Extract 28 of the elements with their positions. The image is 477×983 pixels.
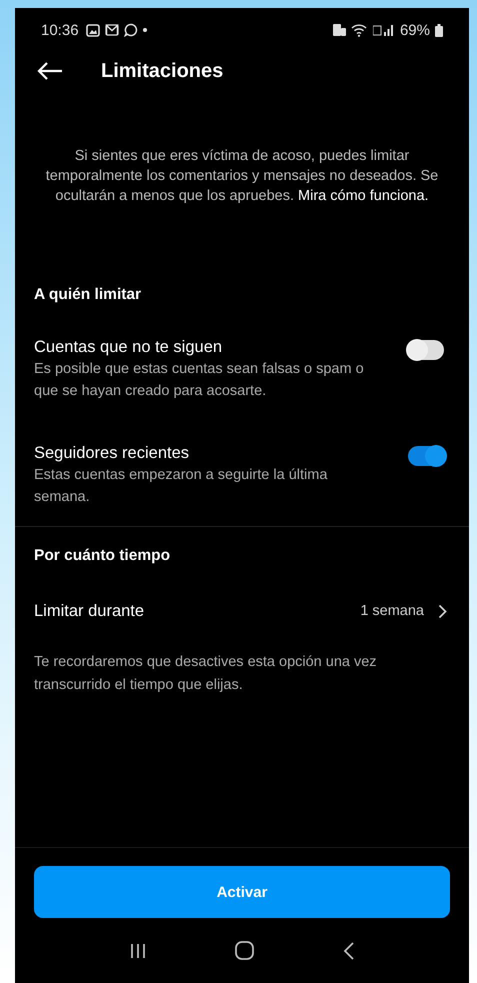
option-title: Seguidores recientes: [34, 443, 190, 464]
chevron-icon: [438, 604, 447, 618]
notification-icon: [332, 24, 346, 36]
option-description: Es posible que estas cuentas sean falsas o spam o que se hayan creado para acosarte.: [34, 360, 365, 401]
page-title: Limitaciones: [101, 60, 224, 82]
battery-percentage: 69%: [400, 22, 430, 38]
recent-apps-icon[interactable]: [130, 942, 146, 958]
reminder-note: Te recordaremos que desactives esta opción una vez transcurrido el tiempo que elijas.: [34, 653, 378, 695]
option-description: Estas cuentas empezaron a seguirte la última semana.: [34, 466, 328, 507]
dot-icon: [142, 28, 147, 32]
back-icon[interactable]: [343, 942, 354, 960]
signal-icon: [372, 24, 395, 36]
section-title: Por cuánto tiempo: [33, 547, 172, 565]
status-time: 10:36: [41, 22, 79, 38]
chat-icon: [124, 23, 138, 37]
toggle-switch[interactable]: [408, 446, 444, 466]
option-title: Cuentas que no te siguen: [34, 337, 224, 358]
battery-icon: [435, 24, 443, 36]
wifi-icon: [350, 24, 368, 36]
home-icon[interactable]: [234, 941, 254, 960]
section-title: A quién limitar: [33, 286, 142, 304]
how-it-works-link[interactable]: Mira cómo funciona.: [298, 188, 429, 204]
intro-text: Si sientes que eres víctima de acoso, puedes limitar temporalmente los comentarios y mensajes no deseados. Se ocultarán a menos que los apruebes. Mira cómo funciona.: [44, 147, 440, 206]
gallery-icon: [86, 24, 100, 36]
mail-icon: [104, 24, 119, 36]
duration-row[interactable]: Limitar durante 1 semana: [15, 599, 469, 623]
back-button[interactable]: [35, 60, 65, 82]
toggle-switch[interactable]: [408, 340, 444, 360]
